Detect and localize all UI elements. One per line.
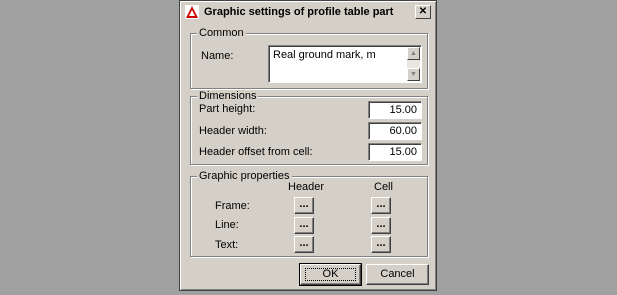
name-textarea[interactable]: Real ground mark, m ▲ ▼	[268, 45, 422, 83]
common-legend: Common	[197, 27, 246, 39]
ok-button[interactable]: OK	[299, 263, 362, 286]
name-scrollbar[interactable]: ▲ ▼	[407, 47, 420, 81]
graphic-properties-legend: Graphic properties	[197, 170, 292, 182]
common-group: Common Name: Real ground mark, m ▲ ▼	[190, 27, 428, 89]
cell-column-label: Cell	[374, 181, 393, 193]
header-offset-label: Header offset from cell:	[199, 146, 313, 158]
header-width-label: Header width:	[199, 125, 267, 137]
scroll-up-arrow-icon[interactable]: ▲	[407, 47, 420, 60]
cancel-button-label: Cancel	[380, 268, 415, 280]
graphic-properties-group: Graphic properties Header Cell Frame: ..…	[190, 170, 428, 257]
dimensions-group: Dimensions Part height: 15.00 Header wid…	[190, 90, 428, 165]
dimensions-legend: Dimensions	[197, 90, 259, 102]
text-label: Text:	[215, 239, 239, 251]
header-width-input[interactable]: 60.00	[368, 122, 422, 140]
scroll-down-arrow-icon[interactable]: ▼	[407, 68, 420, 81]
text-header-button[interactable]: ...	[294, 236, 314, 253]
name-label: Name:	[201, 50, 234, 62]
focus-rectangle	[305, 268, 356, 281]
frame-cell-button[interactable]: ...	[371, 197, 391, 214]
header-column-label: Header	[288, 181, 325, 193]
part-height-label: Part height:	[199, 103, 256, 115]
line-cell-button[interactable]: ...	[371, 217, 391, 234]
name-value: Real ground mark, m	[273, 49, 376, 61]
line-label: Line:	[215, 219, 239, 231]
title-bar[interactable]: Graphic settings of profile table part ✕	[182, 3, 434, 22]
text-cell-button[interactable]: ...	[371, 236, 391, 253]
part-height-input[interactable]: 15.00	[368, 101, 422, 119]
app-logo-icon	[185, 5, 199, 19]
cancel-button[interactable]: Cancel	[366, 264, 429, 285]
dialog-window: Graphic settings of profile table part ✕…	[179, 0, 437, 291]
window-title: Graphic settings of profile table part	[204, 6, 394, 18]
close-button[interactable]: ✕	[415, 5, 431, 19]
header-offset-input[interactable]: 15.00	[368, 143, 422, 161]
frame-header-button[interactable]: ...	[294, 197, 314, 214]
frame-label: Frame:	[215, 200, 250, 212]
line-header-button[interactable]: ...	[294, 217, 314, 234]
